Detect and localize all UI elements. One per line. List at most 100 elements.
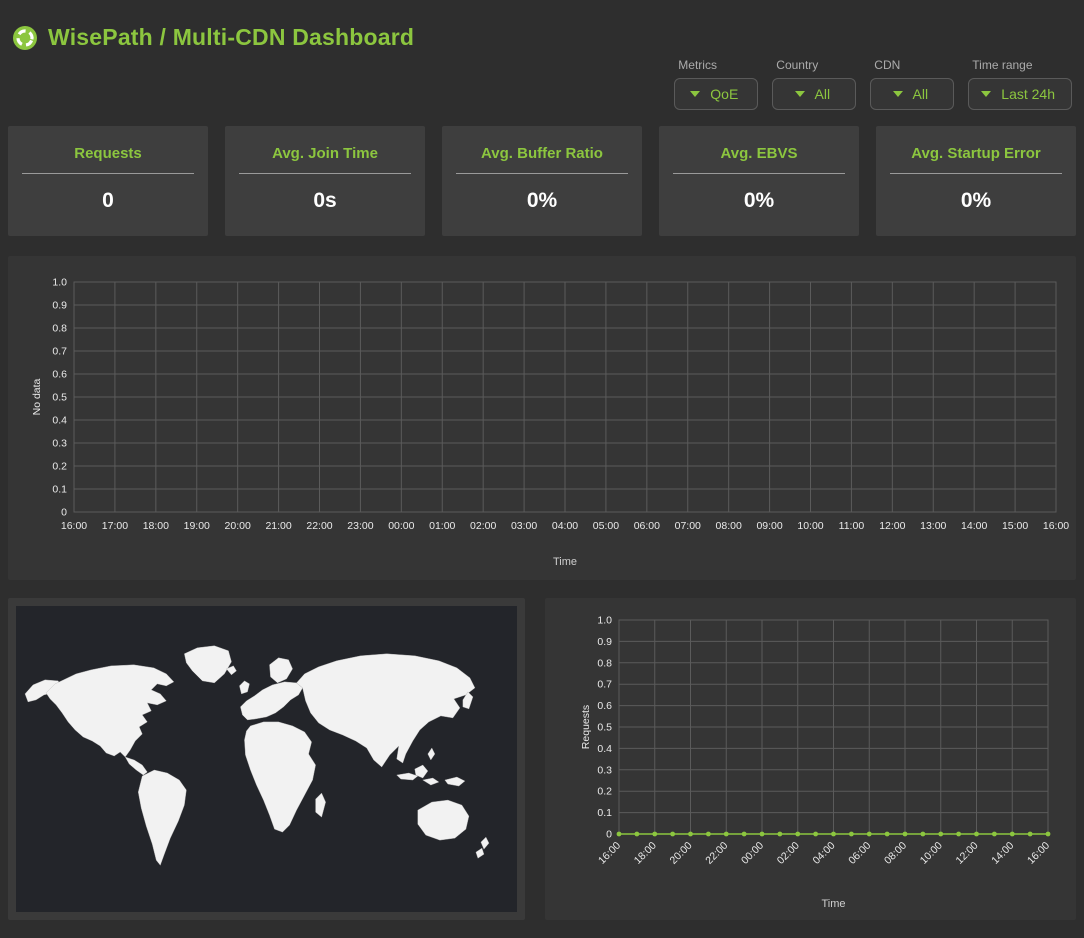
x-tick-label: 06:00 [846, 840, 873, 867]
x-tick-label: 03:00 [511, 520, 537, 532]
x-tick-label: 20:00 [668, 840, 695, 867]
x-tick-label: 23:00 [347, 520, 373, 532]
filter-group-timerange: Time range Last 24h [968, 58, 1072, 110]
y-tick-label: 0.8 [52, 323, 67, 335]
stat-card-title: Requests [8, 145, 208, 162]
filter-group-metrics: Metrics QoE [674, 58, 758, 110]
header: WisePath / Multi-CDN Dashboard Metrics Q… [8, 8, 1076, 126]
series-marker [885, 832, 890, 837]
series-marker [706, 832, 711, 837]
timerange-select[interactable]: Last 24h [968, 78, 1072, 110]
y-tick-label: 0 [606, 829, 612, 841]
series-marker [652, 832, 657, 837]
series-marker [992, 832, 997, 837]
series-marker [688, 832, 693, 837]
x-tick-label: 14:00 [961, 520, 987, 532]
stat-card-title: Avg. Join Time [225, 145, 425, 162]
stat-card-title: Avg. Buffer Ratio [442, 145, 642, 162]
series-marker [813, 832, 818, 837]
y-tick-label: 0.6 [597, 700, 612, 712]
x-tick-label: 16:00 [61, 520, 87, 532]
chevron-down-icon [690, 91, 700, 97]
x-tick-label: 18:00 [143, 520, 169, 532]
world-map[interactable] [16, 606, 517, 912]
x-tick-label: 11:00 [839, 520, 865, 532]
timerange-value: Last 24h [1001, 86, 1055, 102]
stat-card-ebvs: Avg. EBVS 0% [659, 126, 859, 236]
stat-card-value: 0 [8, 189, 208, 213]
divider [456, 173, 628, 174]
series-marker [617, 832, 622, 837]
requests-chart[interactable]: 00.10.20.30.40.50.60.70.80.91.016:0018:0… [549, 610, 1068, 916]
stat-card-buffer-ratio: Avg. Buffer Ratio 0% [442, 126, 642, 236]
filter-group-cdn: CDN All [870, 58, 954, 110]
x-axis-label: Time [553, 556, 577, 568]
metrics-select[interactable]: QoE [674, 78, 758, 110]
chevron-down-icon [795, 91, 805, 97]
x-tick-label: 00:00 [739, 840, 766, 867]
brand: WisePath / Multi-CDN Dashboard [12, 24, 414, 51]
series-marker [777, 832, 782, 837]
series-marker [831, 832, 836, 837]
world-map-panel [8, 598, 525, 920]
divider [890, 173, 1062, 174]
dashboard-page: WisePath / Multi-CDN Dashboard Metrics Q… [8, 8, 1076, 920]
series-marker [1010, 832, 1015, 837]
y-axis-label: No data [31, 378, 43, 415]
divider [239, 173, 411, 174]
y-tick-label: 0.5 [597, 722, 612, 734]
x-tick-label: 18:00 [632, 840, 659, 867]
x-tick-label: 17:00 [102, 520, 128, 532]
series-marker [849, 832, 854, 837]
requests-chart-svg: 00.10.20.30.40.50.60.70.80.91.016:0018:0… [549, 610, 1064, 912]
x-tick-label: 08:00 [716, 520, 742, 532]
y-tick-label: 0.4 [52, 415, 67, 427]
filter-group-country: Country All [772, 58, 856, 110]
divider [673, 173, 845, 174]
qoe-chart[interactable]: 00.10.20.30.40.50.60.70.80.91.016:0017:0… [12, 270, 1066, 574]
series-marker [938, 832, 943, 837]
stat-card-title: Avg. EBVS [659, 145, 859, 162]
filter-bar: Metrics QoE Country All CDN All [674, 58, 1072, 110]
series-marker [634, 832, 639, 837]
y-tick-label: 0.1 [52, 484, 67, 496]
y-tick-label: 0.7 [597, 679, 612, 691]
y-tick-label: 0.2 [52, 461, 67, 473]
series-marker [867, 832, 872, 837]
x-tick-label: 00:00 [388, 520, 414, 532]
series-marker [795, 832, 800, 837]
y-axis-label: Requests [580, 705, 592, 749]
x-tick-label: 21:00 [265, 520, 291, 532]
series-marker [760, 832, 765, 837]
x-tick-label: 13:00 [920, 520, 946, 532]
y-tick-label: 0.6 [52, 369, 67, 381]
country-select[interactable]: All [772, 78, 856, 110]
x-tick-label: 22:00 [306, 520, 332, 532]
x-tick-label: 22:00 [703, 840, 730, 867]
qoe-chart-panel: 00.10.20.30.40.50.60.70.80.91.016:0017:0… [8, 256, 1076, 580]
stat-card-value: 0% [876, 189, 1076, 213]
series-marker [742, 832, 747, 837]
filter-label-country: Country [772, 58, 856, 72]
bottom-row: 00.10.20.30.40.50.60.70.80.91.016:0018:0… [8, 598, 1076, 920]
x-tick-label: 15:00 [1002, 520, 1028, 532]
y-tick-label: 0.3 [597, 764, 612, 776]
x-tick-label: 09:00 [756, 520, 782, 532]
filter-label-cdn: CDN [870, 58, 954, 72]
cdn-value: All [913, 86, 929, 102]
stat-cards-row: Requests 0 Avg. Join Time 0s Avg. Buffer… [8, 126, 1076, 236]
stat-card-title: Avg. Startup Error [876, 145, 1076, 162]
metrics-value: QoE [710, 86, 738, 102]
y-tick-label: 0.7 [52, 346, 67, 358]
y-tick-label: 0.4 [597, 743, 612, 755]
chevron-down-icon [893, 91, 903, 97]
cdn-select[interactable]: All [870, 78, 954, 110]
page-title: WisePath / Multi-CDN Dashboard [48, 24, 414, 51]
x-tick-label: 04:00 [811, 840, 838, 867]
series-marker [974, 832, 979, 837]
stat-card-value: 0s [225, 189, 425, 213]
x-tick-label: 04:00 [552, 520, 578, 532]
y-tick-label: 0.3 [52, 438, 67, 450]
series-marker [1046, 832, 1051, 837]
stat-card-join-time: Avg. Join Time 0s [225, 126, 425, 236]
